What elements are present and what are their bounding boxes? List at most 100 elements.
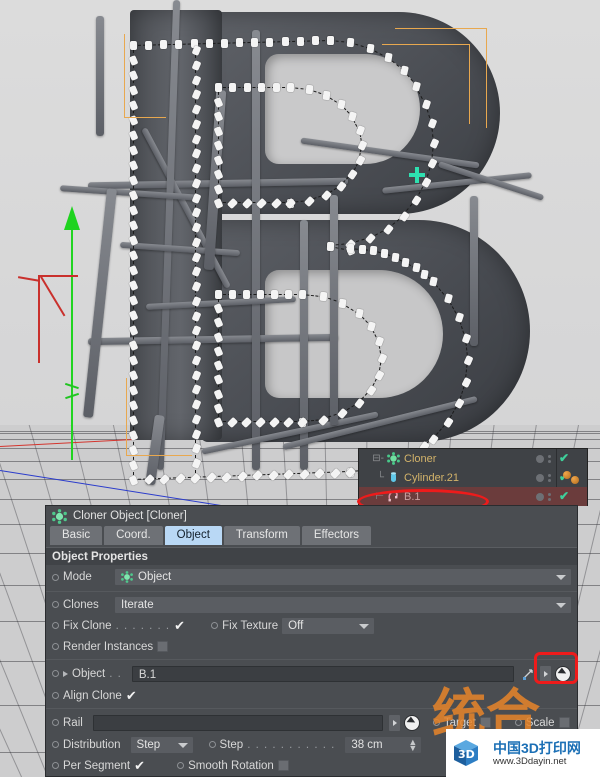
- anim-bullet-step[interactable]: [208, 741, 216, 748]
- anim-bullet-per-segment[interactable]: [52, 762, 59, 769]
- anim-bullet-smooth-rotation[interactable]: [177, 762, 185, 769]
- enable-check-icon[interactable]: ✔: [559, 489, 569, 503]
- drag-handle-icon[interactable]: [522, 667, 536, 681]
- clone-marker: [298, 289, 307, 300]
- target-checkbox[interactable]: [479, 717, 491, 728]
- distribution-dropdown[interactable]: Step: [130, 736, 193, 753]
- clone-marker: [220, 38, 228, 48]
- stepper-icon[interactable]: ▲ ▼: [408, 737, 417, 752]
- object-manager[interactable]: ⊟- Cloner ✔ └ Cylinder.21 ⊢ B.1 ✔: [358, 448, 588, 506]
- step-value-field[interactable]: 38 cm ▲ ▼: [345, 736, 422, 753]
- clone-marker: [346, 37, 355, 48]
- object-link-field[interactable]: B.1: [131, 665, 514, 682]
- 3d-logo-icon: 3D: [452, 738, 488, 768]
- per-segment-checkbox[interactable]: ✔: [134, 759, 147, 772]
- tree-branch-cylinder: └: [376, 472, 384, 483]
- clone-marker: [257, 290, 264, 299]
- object-link-value: B.1: [138, 668, 157, 681]
- row-render-instances: Render Instances: [46, 636, 577, 657]
- anim-bullet-fix-texture[interactable]: [211, 622, 219, 629]
- anim-bullet-mode[interactable]: [52, 573, 59, 581]
- watermark-logo: 3D 中国3D打印网 www.3Ddayin.net: [446, 729, 600, 777]
- clone-marker: [266, 37, 274, 47]
- anim-bullet-rail[interactable]: [52, 719, 59, 726]
- object-manager-label: Cloner: [404, 452, 437, 465]
- object-manager-row-cloner[interactable]: ⊟- Cloner ✔: [359, 449, 587, 468]
- anim-bullet-render-instances[interactable]: [52, 643, 59, 650]
- target-label: Target: [443, 716, 476, 729]
- anim-bullet-align-clone[interactable]: [52, 692, 59, 699]
- distribution-label: Distribution: [63, 738, 121, 751]
- rail-label: Rail: [63, 716, 83, 729]
- clones-label: Clones: [63, 598, 99, 611]
- cloner-icon: [121, 571, 133, 583]
- clone-marker: [286, 82, 295, 93]
- clone-marker: [272, 83, 280, 92]
- divider-1: [46, 591, 577, 592]
- anim-bullet-object[interactable]: [52, 670, 59, 677]
- tab-basic[interactable]: Basic: [50, 526, 103, 545]
- visibility-dots[interactable]: [536, 487, 551, 506]
- clone-marker: [358, 244, 366, 255]
- align-clone-checkbox[interactable]: ✔: [126, 689, 139, 702]
- fix-clone-dotleader: . . . . . . .: [115, 619, 171, 632]
- object-manager-row-b1[interactable]: ⊢ B.1 ✔: [359, 487, 587, 506]
- chevron-right-icon[interactable]: [63, 670, 68, 677]
- tag-slot-cylinder[interactable]: [563, 471, 585, 484]
- clone-marker: [215, 290, 222, 299]
- tab-coord[interactable]: Coord.: [104, 526, 163, 545]
- tab-transform[interactable]: Transform: [223, 526, 300, 545]
- anim-bullet-fix-clone[interactable]: [52, 622, 59, 629]
- row-clones: Clones Iterate: [46, 594, 577, 615]
- object-manager-row-cylinder[interactable]: └ Cylinder.21 ✔: [359, 468, 587, 487]
- rail-picker-arrow[interactable]: [388, 714, 400, 731]
- visibility-dots[interactable]: [536, 449, 551, 468]
- orange-bbox-inner: [382, 44, 470, 124]
- clone-marker: [411, 262, 421, 273]
- render-instances-checkbox[interactable]: [157, 641, 169, 652]
- clone-marker: [391, 252, 400, 262]
- smooth-rotation-checkbox[interactable]: [277, 760, 289, 771]
- fix-texture-label: Fix Texture: [222, 619, 279, 632]
- clone-marker: [326, 241, 335, 252]
- fix-clone-checkbox[interactable]: ✔: [174, 619, 187, 632]
- row-mode: Mode Object: [46, 565, 577, 589]
- tab-object[interactable]: Object: [164, 526, 222, 545]
- page-title: Cloner Object [Cloner]: [73, 510, 187, 522]
- clone-marker: [369, 245, 378, 256]
- tag-slot-cloner[interactable]: [563, 452, 585, 465]
- clone-marker: [305, 84, 313, 95]
- object-picker-arrow[interactable]: [540, 665, 551, 682]
- clone-marker: [338, 298, 347, 309]
- orange-bbox-bottom: [126, 378, 192, 456]
- mode-label: Mode: [63, 571, 92, 583]
- clone-marker: [380, 249, 389, 259]
- clones-dropdown[interactable]: Iterate: [115, 596, 571, 613]
- rail-picker-cursor-icon[interactable]: [403, 714, 420, 731]
- attribute-tabs[interactable]: Basic Coord. Object Transform Effectors: [46, 526, 577, 547]
- anim-bullet-scale[interactable]: [514, 719, 522, 726]
- mode-value: Object: [138, 571, 172, 583]
- orange-bbox-left: [124, 34, 166, 118]
- visibility-dots[interactable]: [536, 468, 551, 487]
- tree-expander-cloner[interactable]: ⊟-: [359, 453, 387, 464]
- clone-marker: [205, 39, 213, 49]
- object-picker-cursor-icon[interactable]: [555, 665, 571, 682]
- mode-dropdown[interactable]: Object: [115, 569, 571, 585]
- scale-checkbox[interactable]: [558, 717, 570, 728]
- anim-bullet-target[interactable]: [432, 719, 440, 726]
- anim-bullet-distribution[interactable]: [52, 741, 59, 748]
- scaffold-bar: [330, 195, 338, 425]
- watermark-site-name: 中国3D打印网: [493, 739, 581, 756]
- rail-link-field[interactable]: [92, 714, 383, 731]
- clone-marker: [354, 308, 364, 319]
- step-label: Step: [219, 738, 244, 751]
- tab-effectors[interactable]: Effectors: [301, 526, 372, 545]
- clone-marker: [243, 290, 250, 299]
- fix-texture-dropdown[interactable]: Off: [282, 617, 375, 634]
- watermark-url: www.3Ddayin.net: [493, 755, 567, 767]
- scaffold-bar: [470, 196, 478, 346]
- anim-bullet-clones[interactable]: [52, 601, 59, 608]
- clone-marker: [229, 290, 236, 299]
- fix-texture-value: Off: [288, 619, 304, 632]
